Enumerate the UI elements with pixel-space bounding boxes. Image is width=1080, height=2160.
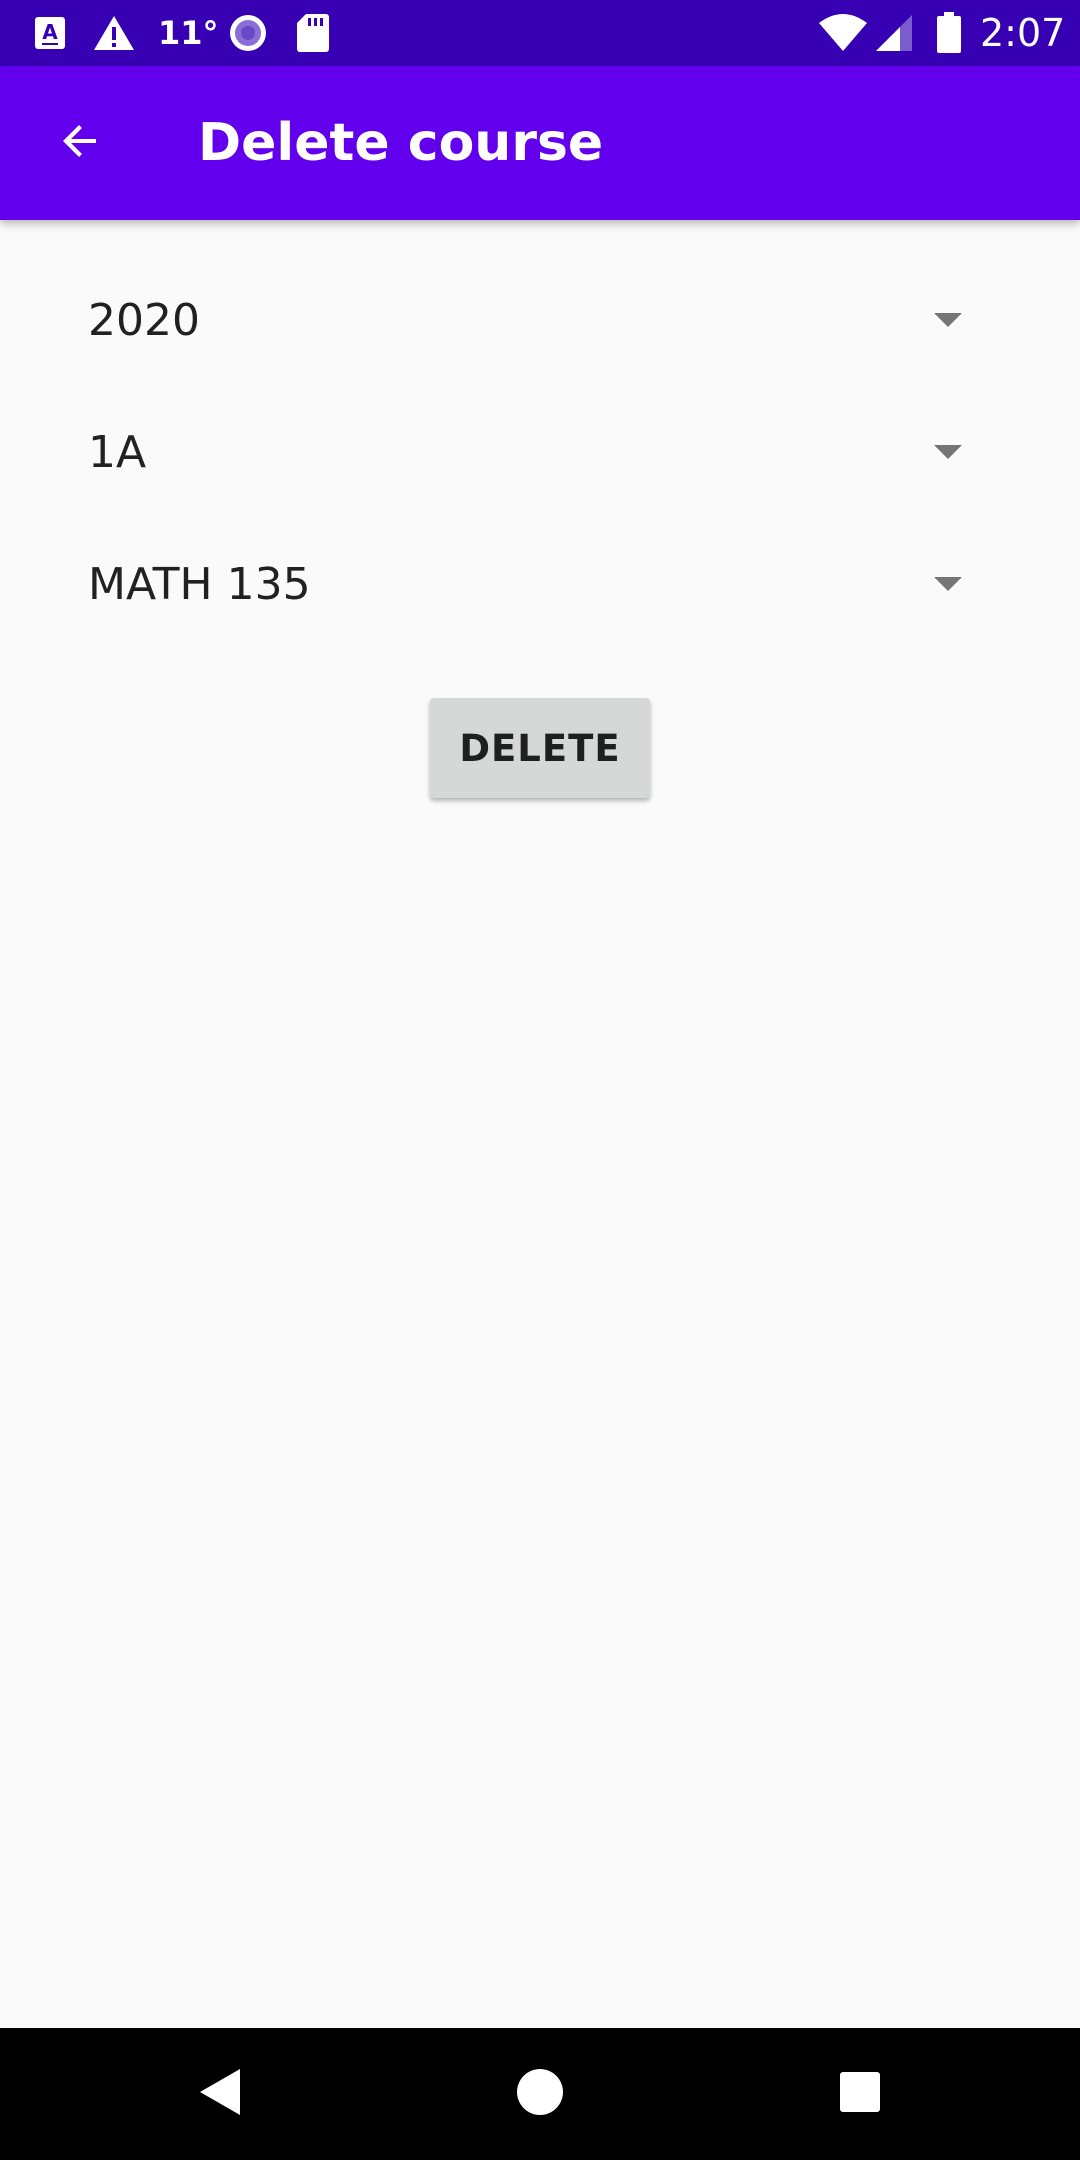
- dropdown-arrow-icon: [934, 445, 962, 459]
- year-spinner[interactable]: 2020: [88, 266, 988, 376]
- page-title: Delete course: [198, 113, 604, 173]
- dropdown-arrow-icon: [934, 577, 962, 591]
- cell-signal-icon: [874, 0, 914, 66]
- nav-home-button[interactable]: [500, 2054, 580, 2134]
- sd-card-icon: [296, 0, 330, 66]
- home-circle-icon: [516, 2068, 564, 2120]
- clock-text: 2:07: [980, 11, 1066, 55]
- course-spinner-value: MATH 135: [88, 559, 311, 610]
- screen: A 11° 2:07 Delete course 2020 1A MATH 13…: [0, 0, 1080, 2160]
- nav-recents-button[interactable]: [820, 2054, 900, 2134]
- recents-square-icon: [838, 2070, 882, 2118]
- dropdown-arrow-icon: [934, 313, 962, 327]
- record-icon: [228, 0, 268, 66]
- back-triangle-icon: [196, 2067, 244, 2121]
- course-spinner[interactable]: MATH 135: [88, 530, 988, 640]
- temperature-text: 11°: [158, 14, 219, 52]
- arrow-back-icon: [56, 117, 104, 169]
- year-spinner-value: 2020: [88, 295, 200, 346]
- delete-button[interactable]: DELETE: [430, 698, 650, 798]
- warning-icon: [92, 0, 136, 66]
- svg-text:A: A: [42, 20, 58, 44]
- navigation-bar: [0, 2028, 1080, 2160]
- status-bar: A 11° 2:07: [0, 0, 1080, 66]
- term-spinner[interactable]: 1A: [88, 398, 988, 508]
- wifi-icon: [818, 0, 868, 66]
- back-button[interactable]: [40, 103, 120, 183]
- app-bar: Delete course: [0, 66, 1080, 220]
- nav-back-button[interactable]: [180, 2054, 260, 2134]
- battery-icon: [936, 0, 962, 66]
- accessibility-a-icon: A: [34, 0, 66, 66]
- term-spinner-value: 1A: [88, 427, 147, 478]
